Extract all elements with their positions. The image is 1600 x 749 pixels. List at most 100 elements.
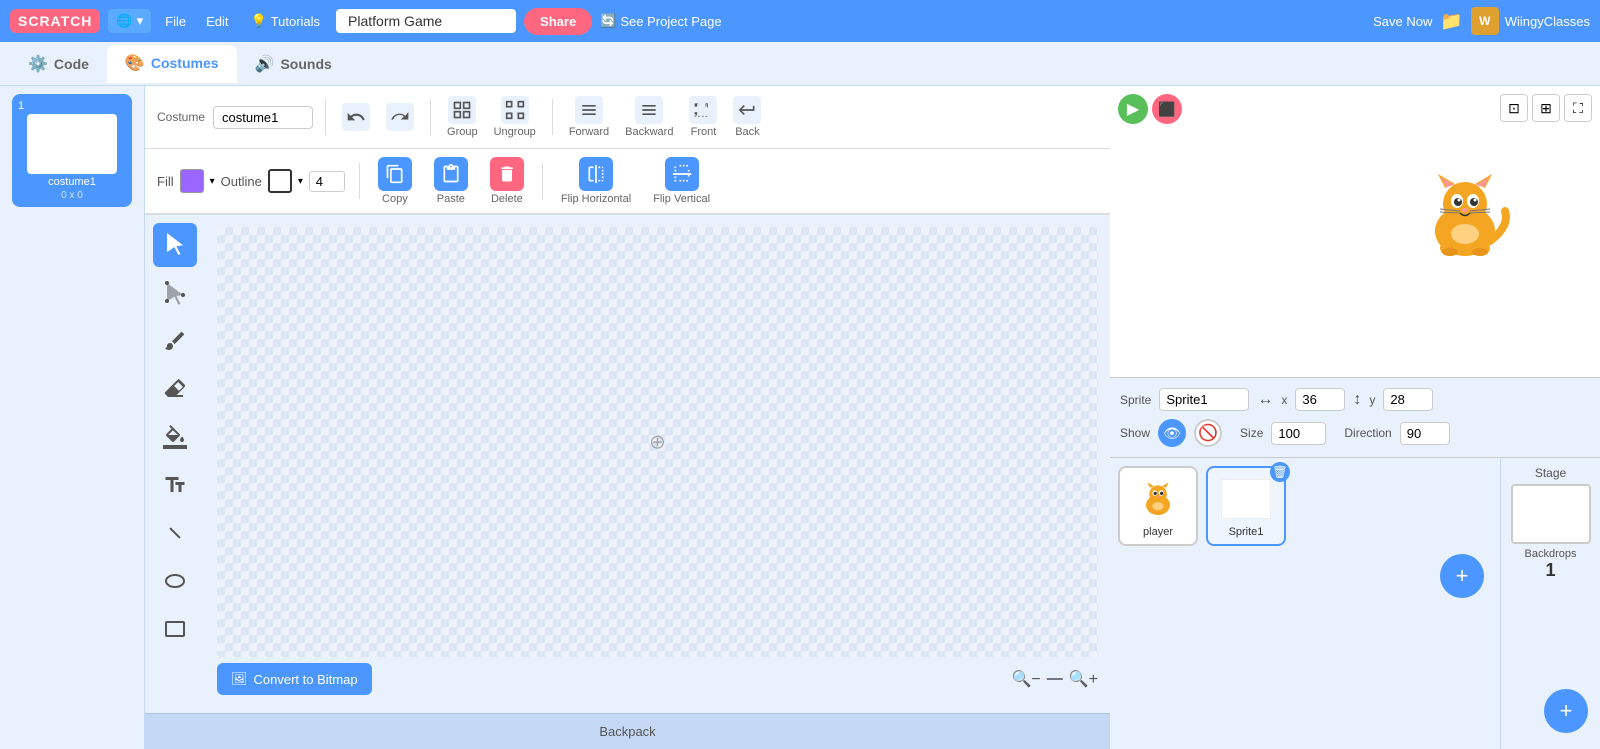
y-coord-label: y [1369, 393, 1375, 407]
fill-color-swatch[interactable] [180, 169, 204, 193]
eraser-tool[interactable] [153, 367, 197, 411]
add-backdrop-button[interactable]: + [1544, 689, 1588, 733]
normal-stage-button[interactable]: ⊞ [1532, 94, 1560, 122]
backward-button[interactable]: Backward [621, 92, 677, 142]
group-button[interactable]: Group [443, 92, 482, 142]
flip-vertical-button[interactable]: Flip Vertical [649, 153, 714, 209]
lightbulb-icon: 💡 [250, 13, 266, 29]
scratch-logo[interactable]: SCRATCH [10, 9, 100, 33]
back-icon [733, 96, 761, 124]
editor-toolbar-1: Costume [145, 86, 1110, 149]
flip-horizontal-button[interactable]: Flip Horizontal [557, 153, 635, 209]
folder-icon-button[interactable]: 📁 [1440, 11, 1462, 32]
line-tool[interactable] [153, 511, 197, 555]
sprite-card-player[interactable]: player [1118, 466, 1198, 546]
share-button[interactable]: Share [524, 8, 592, 35]
tab-costumes[interactable]: 🎨 Costumes [107, 45, 237, 83]
back-button[interactable]: Back [729, 92, 765, 142]
user-avatar[interactable]: W WiingyClasses [1471, 7, 1590, 35]
canvas-drawing-area[interactable]: ⊕ [217, 227, 1098, 657]
flip-vertical-icon-box [665, 157, 699, 191]
x-coord-input[interactable] [1295, 388, 1345, 411]
forward-icon [575, 96, 603, 124]
fill-label: Fill [157, 174, 174, 189]
username-label: WiingyClasses [1505, 14, 1590, 29]
paste-icon-box [434, 157, 468, 191]
ungroup-icon [501, 96, 529, 124]
hide-sprite-button[interactable]: 🚫 [1194, 419, 1222, 447]
outline-color-dropdown[interactable]: ▾ [298, 176, 303, 187]
ellipse-tool[interactable] [153, 559, 197, 603]
brush-tool[interactable] [153, 319, 197, 363]
tab-code[interactable]: ⚙️ Code [10, 46, 107, 82]
small-stage-button[interactable]: ⊡ [1500, 94, 1528, 122]
forward-label: Forward [569, 126, 609, 138]
backpack-bar[interactable]: Backpack [145, 713, 1110, 749]
costume-thumbnail [27, 114, 117, 174]
tab-sounds[interactable]: 🔊 Sounds [237, 46, 350, 82]
text-tool[interactable] [153, 463, 197, 507]
add-sprite-icon: + [1456, 563, 1469, 589]
stage-thumbnail[interactable] [1511, 484, 1591, 544]
edit-menu-button[interactable]: Edit [200, 10, 234, 33]
select-tool[interactable] [153, 223, 197, 267]
outline-label: Outline [221, 174, 262, 189]
sound-icon: 🔊 [255, 54, 275, 74]
backpack-label: Backpack [599, 724, 655, 739]
add-sprite-button[interactable]: + [1440, 554, 1484, 598]
project-name-input[interactable] [336, 9, 516, 33]
costume-name-field[interactable] [213, 106, 313, 129]
forward-button[interactable]: Forward [565, 92, 613, 142]
y-coord-input[interactable] [1383, 388, 1433, 411]
stop-button[interactable]: ⬛ [1152, 94, 1182, 124]
undo-button[interactable] [338, 99, 374, 135]
delete-button[interactable]: Delete [486, 153, 528, 209]
divider-2 [430, 99, 431, 135]
sprite-name-input[interactable] [1159, 388, 1249, 411]
divider-1 [325, 99, 326, 135]
ungroup-button[interactable]: Ungroup [490, 92, 540, 142]
delete-label: Delete [491, 193, 523, 205]
convert-to-bitmap-button[interactable]: 🖼 Convert to Bitmap [217, 663, 372, 695]
copy-button[interactable]: Copy [374, 153, 416, 209]
avatar-image: W [1471, 7, 1499, 35]
front-button[interactable]: Front [685, 92, 721, 142]
outline-color-swatch[interactable] [268, 169, 292, 193]
reshape-tool[interactable] [153, 271, 197, 315]
tutorials-button[interactable]: 💡 Tutorials [242, 9, 328, 33]
zoom-divider: — [1047, 670, 1063, 688]
fill-color-dropdown[interactable]: ▾ [210, 176, 215, 187]
backward-icon [635, 96, 663, 124]
tabs-row: ⚙️ Code 🎨 Costumes 🔊 Sounds [0, 42, 1600, 86]
rectangle-tool[interactable] [153, 607, 197, 651]
paste-label: Paste [437, 193, 465, 205]
paste-button[interactable]: Paste [430, 153, 472, 209]
ungroup-label: Ungroup [494, 126, 536, 138]
front-icon [689, 96, 717, 124]
top-navigation: SCRATCH 🌐 ▾ File Edit 💡 Tutorials Share … [0, 0, 1600, 42]
fullscreen-button[interactable]: ⛶ [1564, 94, 1592, 122]
zoom-in-button[interactable]: 🔍+ [1069, 669, 1098, 689]
direction-input[interactable] [1400, 422, 1450, 445]
sprite1-delete-button[interactable]: 🗑 [1270, 462, 1290, 482]
editor-toolbar-2: Fill ▾ Outline ▾ Copy Paste [145, 149, 1110, 215]
see-project-button[interactable]: 🔄 See Project Page [600, 13, 721, 29]
fill-tool[interactable] [153, 415, 197, 459]
sprite-card-sprite1[interactable]: 🗑 Sprite1 [1206, 466, 1286, 546]
language-button[interactable]: 🌐 ▾ [108, 9, 151, 33]
save-now-button[interactable]: Save Now [1373, 14, 1432, 29]
show-sprite-button[interactable]: 👁 [1158, 419, 1186, 447]
sprite-controls-panel: Sprite ↔ x ↕ y Show 👁 🚫 Size Direction [1110, 378, 1600, 458]
costume-item[interactable]: 1 costume1 0 x 0 [12, 94, 132, 207]
stage-right-panel: Stage Backdrops 1 + [1500, 458, 1600, 749]
zoom-out-button[interactable]: 🔍− [1011, 669, 1040, 689]
stage-controls: ▶ ⬛ [1118, 94, 1182, 124]
green-flag-button[interactable]: ▶ [1118, 94, 1148, 124]
costume-number: 1 [18, 100, 24, 112]
redo-button[interactable] [382, 99, 418, 135]
drawing-tools-sidebar [145, 215, 205, 713]
backdrops-label: Backdrops [1525, 548, 1577, 560]
size-input[interactable] [1271, 422, 1326, 445]
outline-width-input[interactable] [309, 171, 345, 192]
file-menu-button[interactable]: File [159, 10, 192, 33]
